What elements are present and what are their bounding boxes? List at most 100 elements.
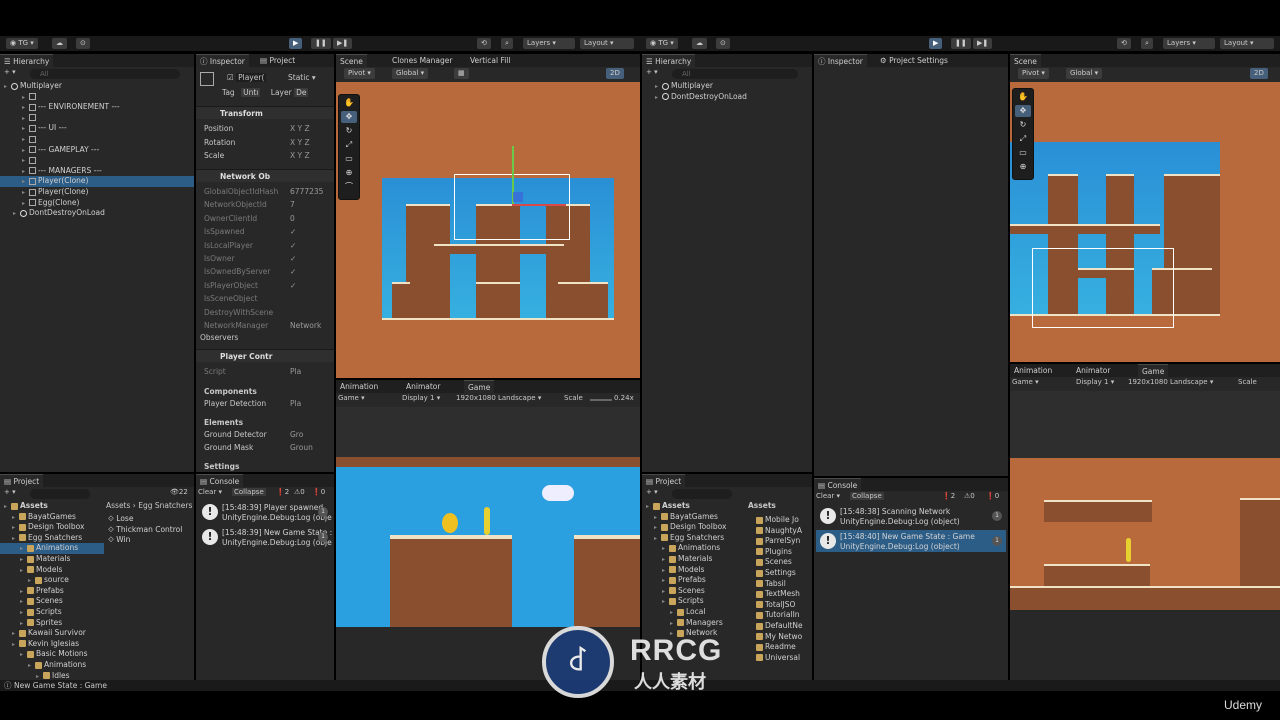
collab-icon[interactable]: ⊙ — [76, 38, 90, 49]
asset-item[interactable]: DefaultNe — [756, 621, 812, 632]
hierarchy-item[interactable]: ▸ --- UI --- — [0, 123, 194, 134]
tab-animation-right[interactable]: Animation — [1010, 364, 1056, 377]
global-dropdown[interactable]: Global ▾ — [1066, 68, 1103, 79]
player-controller-header[interactable]: Player Contr — [196, 349, 334, 362]
project-folder[interactable]: ▸ Design Toolbox — [0, 522, 104, 533]
pivot-dropdown[interactable]: Pivot ▾ — [1018, 68, 1049, 79]
tab-project-bottom[interactable]: ▤ Project — [0, 474, 44, 487]
scale-tool-icon[interactable]: ⤢ — [341, 139, 357, 151]
layers-dropdown-right[interactable]: Layers ▾ — [1163, 38, 1215, 49]
move-gizmo-xy[interactable] — [513, 192, 523, 202]
hierarchy-item[interactable]: ▸ — [0, 92, 194, 103]
project-folder[interactable]: ▸ Assets — [0, 501, 104, 512]
2d-toggle[interactable]: 2D — [606, 68, 624, 79]
tab-hierarchy[interactable]: ☰ Hierarchy — [0, 54, 54, 67]
hierarchy-search-input[interactable]: All — [672, 69, 798, 79]
asset-item[interactable]: ParrelSyn — [756, 536, 812, 547]
tab-animator-right[interactable]: Animator — [1072, 364, 1114, 377]
hierarchy-item[interactable]: ▸ — [0, 134, 194, 145]
move-gizmo-x[interactable] — [512, 204, 566, 206]
game-viewport-right[interactable] — [1010, 458, 1280, 610]
search-icon[interactable]: ⌕ — [1141, 38, 1153, 49]
account-dropdown-right[interactable]: ◉ TG ▾ — [646, 38, 678, 49]
asset-item[interactable]: Scenes — [756, 557, 812, 568]
hierarchy-item[interactable]: ▸ --- ENVIRONEMENT --- — [0, 102, 194, 113]
hierarchy-item[interactable]: ▸ --- MANAGERS --- — [0, 166, 194, 177]
layout-dropdown[interactable]: Layout ▾ — [580, 38, 634, 49]
asset-item[interactable]: Settings — [756, 568, 812, 579]
add-button[interactable]: + ▾ — [646, 68, 658, 76]
game-view-dropdown[interactable]: Game ▾ — [1012, 378, 1039, 386]
hierarchy-item[interactable]: ▸ — [0, 113, 194, 124]
project-folder[interactable]: ▸ Scenes — [642, 586, 744, 597]
console-entry[interactable]: ! [15:48:38] Scanning Network UnityEngine.… — [816, 505, 1006, 527]
console-entry[interactable]: ! [15:48:39] Player spawned UnityEngine.De… — [198, 501, 332, 523]
move-tool-icon[interactable]: ✥ — [341, 111, 357, 123]
project-folder[interactable]: ▸ Egg Snatchers — [0, 533, 104, 544]
info-count[interactable]: ❗0 — [986, 492, 999, 500]
tab-clones-manager[interactable]: Clones Manager — [388, 54, 456, 67]
error-count[interactable]: ⚠0 — [964, 492, 975, 500]
project-folder[interactable]: ▸ Prefabs — [0, 586, 104, 597]
project-folder[interactable]: ▸ Design Toolbox — [642, 522, 744, 533]
collapse-toggle[interactable]: Collapse — [850, 492, 884, 500]
hand-tool-icon[interactable]: ✋ — [341, 97, 357, 109]
tab-inspector-right[interactable]: ⓘ Inspector — [814, 54, 867, 67]
history-icon[interactable]: ⟲ — [477, 38, 491, 49]
observers-foldout[interactable]: Observers — [200, 331, 330, 344]
asset-item[interactable]: TotalJSO — [756, 600, 812, 611]
create-button[interactable]: + ▾ — [4, 488, 16, 496]
project-file[interactable]: ⟐ Win — [108, 535, 194, 546]
history-icon[interactable]: ⟲ — [1117, 38, 1131, 49]
2d-toggle[interactable]: 2D — [1250, 68, 1268, 79]
collapse-toggle[interactable]: Collapse — [232, 488, 266, 496]
asset-item[interactable]: Tabsil — [756, 579, 812, 590]
clear-button[interactable]: Clear ▾ — [816, 492, 840, 500]
tab-hierarchy-right[interactable]: ☰ Hierarchy — [642, 54, 696, 67]
info-count[interactable]: ❗0 — [312, 488, 325, 496]
transform-tool-icon[interactable]: ⊕ — [341, 167, 357, 179]
tag-dropdown[interactable]: Untı — [241, 88, 261, 97]
hand-tool-icon[interactable]: ✋ — [1015, 91, 1031, 103]
display-dropdown[interactable]: Display 1 ▾ — [402, 394, 440, 402]
project-folder[interactable]: ▸ Local — [642, 607, 744, 618]
move-tool-icon[interactable]: ✥ — [1015, 105, 1031, 117]
rect-tool-icon[interactable]: ▭ — [341, 153, 357, 165]
grid-snap-icon[interactable]: ▦ — [454, 68, 469, 79]
warn-count[interactable]: ❗2 — [942, 492, 955, 500]
tab-scene[interactable]: Scene — [336, 54, 367, 67]
hierarchy-item[interactable]: ▸ --- GAMEPLAY --- — [0, 145, 194, 156]
hierarchy-item[interactable]: ▸ Player(Clone) — [0, 187, 194, 198]
tab-console-right[interactable]: ▤ Console — [814, 478, 862, 491]
tab-project-right[interactable]: ▤ Project — [642, 474, 686, 487]
script-field[interactable]: Pla — [290, 365, 301, 378]
step-button[interactable]: ▶❚ — [333, 38, 353, 49]
project-folder[interactable]: ▸ Materials — [642, 554, 744, 565]
step-button-right[interactable]: ▶❚ — [973, 38, 993, 49]
global-dropdown[interactable]: Global ▾ — [392, 68, 429, 79]
asset-item[interactable]: Readme — [756, 642, 812, 653]
rotate-tool-icon[interactable]: ↻ — [341, 125, 357, 137]
expand-arrow-icon[interactable]: ▸ — [655, 93, 662, 104]
player-detection-field[interactable]: Pla — [290, 397, 301, 410]
hierarchy-item[interactable]: ▸ — [0, 155, 194, 166]
project-folder[interactable]: ▸ Assets — [642, 501, 744, 512]
hierarchy-item[interactable]: ▸ Egg(Clone) — [0, 198, 194, 209]
project-folder[interactable]: ▸ Basic Motions — [0, 649, 104, 660]
create-button[interactable]: + ▾ — [646, 488, 658, 496]
asset-item[interactable]: TutorialIn — [756, 610, 812, 621]
expand-arrow-icon[interactable]: ▸ — [13, 209, 20, 220]
transform-header[interactable]: Transform — [196, 106, 334, 119]
rotate-tool-icon[interactable]: ↻ — [1015, 119, 1031, 131]
project-folder[interactable]: ▸ Models — [0, 565, 104, 576]
hierarchy-item[interactable]: ▸ Player(Clone) — [0, 176, 194, 187]
game-viewport[interactable] — [336, 457, 640, 627]
hierarchy-item[interactable]: ▸ Multiplayer — [0, 81, 194, 92]
project-folder[interactable]: ▸ Kawaii Survivor — [0, 628, 104, 639]
object-name-field[interactable]: Player( — [236, 73, 267, 82]
console-entry[interactable]: ! [15:48:40] New Game State : Game UnityEn… — [816, 530, 1006, 552]
pause-button[interactable]: ❚❚ — [311, 38, 331, 49]
tab-inspector[interactable]: ⓘ Inspector — [196, 54, 249, 67]
project-folder[interactable]: ▸ Animations — [642, 543, 744, 554]
project-folder[interactable]: ▸ Managers — [642, 618, 744, 629]
